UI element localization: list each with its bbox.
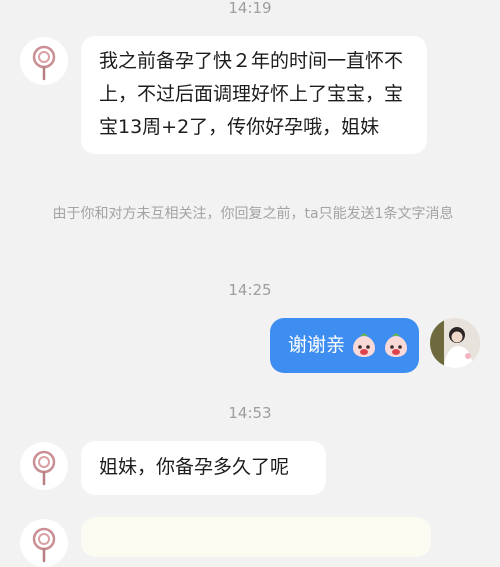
- blessing-emoji-icon: [385, 332, 408, 357]
- message-bubble-outgoing[interactable]: 谢谢亲: [270, 318, 419, 373]
- lollipop-avatar-icon: [32, 45, 56, 81]
- timestamp: 14:19: [228, 0, 272, 17]
- lollipop-avatar-icon: [32, 527, 56, 563]
- message-bubble[interactable]: 姐妹，你备孕多久了呢: [81, 441, 326, 495]
- timestamp: 14:25: [228, 281, 272, 299]
- message-text: 谢谢亲: [288, 334, 346, 356]
- system-notice: 由于你和对方未互相关注，你回复之前，ta只能发送1条文字消息: [52, 206, 454, 222]
- message-text: 我之前备孕了快２年的时间一直怀不上，不过后面调理好怀上了宝宝，宝宝13周+2了，…: [99, 50, 404, 138]
- message-bubble[interactable]: 我之前备孕了快２年的时间一直怀不上，不过后面调理好怀上了宝宝，宝宝13周+2了，…: [81, 36, 427, 154]
- timestamp: 14:53: [228, 404, 272, 422]
- sender-avatar[interactable]: [20, 519, 68, 567]
- my-avatar[interactable]: [430, 318, 480, 368]
- sender-avatar[interactable]: [20, 442, 68, 490]
- user-photo-avatar: [430, 318, 480, 368]
- lollipop-avatar-icon: [32, 450, 56, 486]
- message-bubble-partial[interactable]: [81, 517, 431, 557]
- blessing-emoji-icon: [353, 332, 376, 357]
- sender-avatar[interactable]: [20, 37, 68, 85]
- message-text: 姐妹，你备孕多久了呢: [99, 456, 290, 478]
